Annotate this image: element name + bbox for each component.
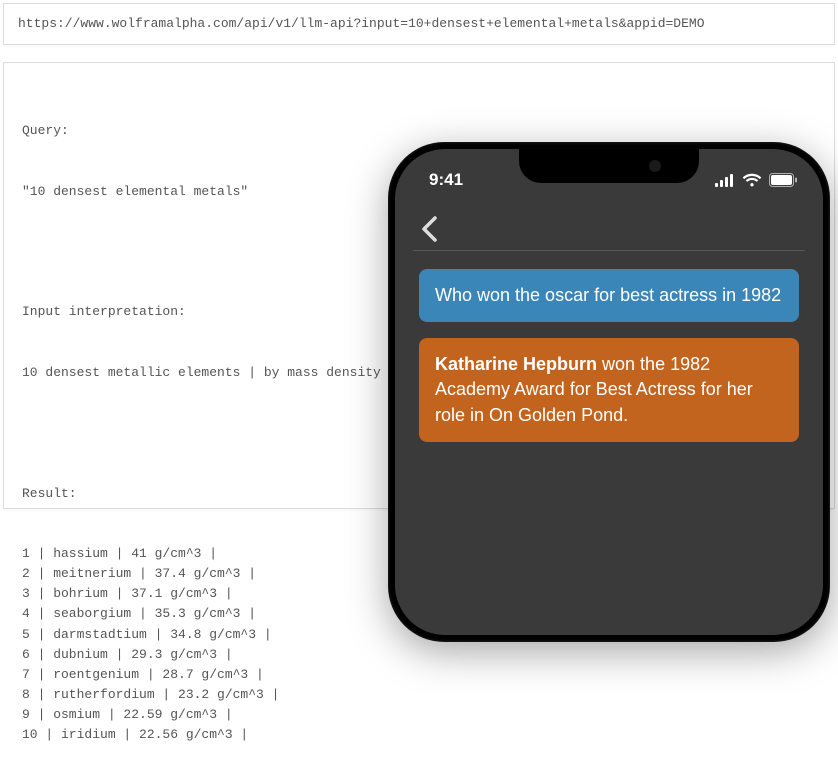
table-row: 8 | rutherfordium | 23.2 g/cm^3 | bbox=[22, 685, 816, 705]
bot-message: Katharine Hepburn won the 1982 Academy A… bbox=[419, 338, 799, 442]
table-row: 10 | iridium | 22.56 g/cm^3 | bbox=[22, 725, 816, 745]
cellular-icon bbox=[715, 174, 735, 187]
phone-screen: 9:41 Who won the oscar for best actress … bbox=[395, 149, 823, 635]
table-row: 7 | roentgenium | 28.7 g/cm^3 | bbox=[22, 665, 816, 685]
battery-icon bbox=[769, 173, 797, 187]
chat-messages: Who won the oscar for best actress in 19… bbox=[419, 269, 799, 458]
user-message: Who won the oscar for best actress in 19… bbox=[419, 269, 799, 322]
phone-frame: 9:41 Who won the oscar for best actress … bbox=[388, 142, 830, 642]
api-url-text: https://www.wolframalpha.com/api/v1/llm-… bbox=[18, 16, 705, 31]
table-row: 6 | dubnium | 29.3 g/cm^3 | bbox=[22, 645, 816, 665]
back-button[interactable] bbox=[413, 213, 445, 245]
nav-bar bbox=[413, 207, 805, 251]
phone-notch bbox=[519, 149, 699, 183]
api-url-box: https://www.wolframalpha.com/api/v1/llm-… bbox=[3, 3, 835, 45]
wifi-icon bbox=[742, 173, 762, 187]
user-message-text: Who won the oscar for best actress in 19… bbox=[435, 285, 781, 305]
table-row: 9 | osmium | 22.59 g/cm^3 | bbox=[22, 705, 816, 725]
query-label: Query: bbox=[22, 121, 816, 141]
status-icons bbox=[715, 173, 797, 187]
bot-message-bold: Katharine Hepburn bbox=[435, 354, 597, 374]
status-time: 9:41 bbox=[429, 170, 463, 190]
